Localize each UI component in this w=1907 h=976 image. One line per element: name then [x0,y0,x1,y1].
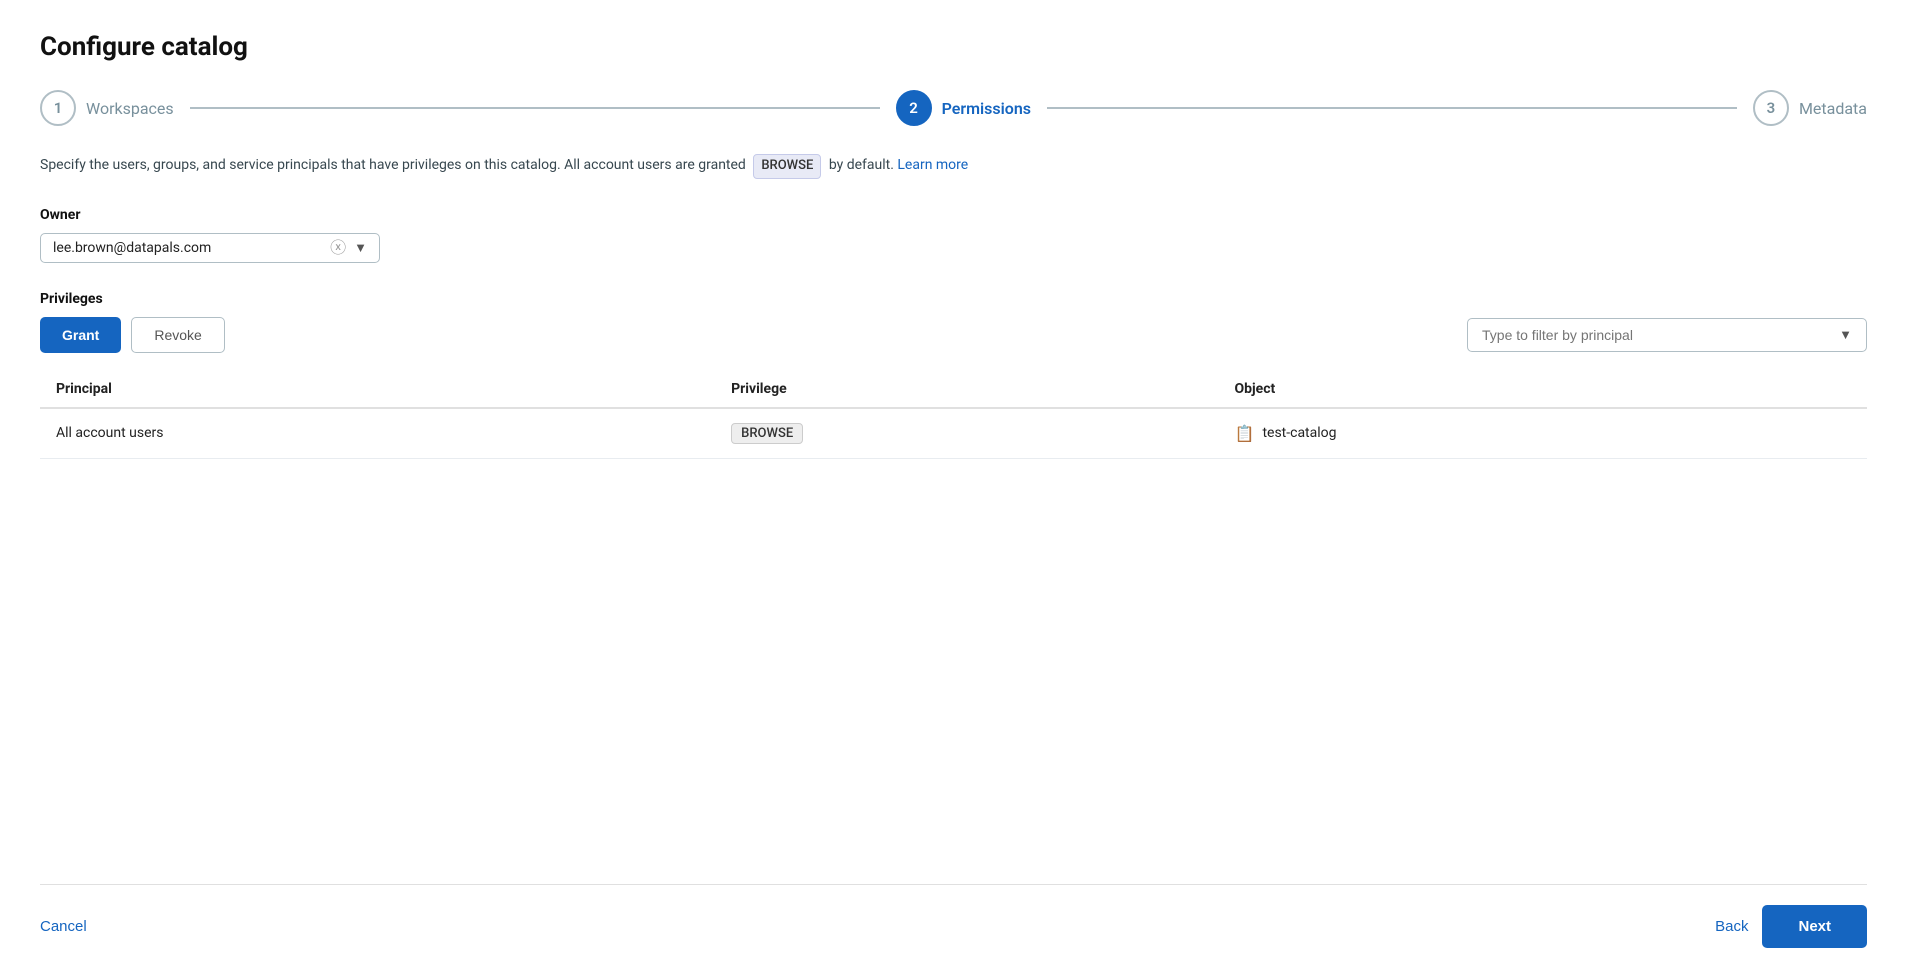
privileges-label: Privileges [40,291,1867,307]
owner-clear-icon[interactable]: ⓧ [330,240,346,256]
step-3-circle: 3 [1753,90,1789,126]
object-cell: 📋 test-catalog [1235,424,1851,443]
owner-label: Owner [40,207,1867,223]
page-title: Configure catalog [40,32,1867,62]
privileges-toolbar: Grant Revoke ▼ [40,317,1867,353]
col-principal: Principal [40,371,715,408]
owner-chevron-icon[interactable]: ▼ [354,240,367,256]
step-3-label: Metadata [1799,99,1867,118]
step-1-circle: 1 [40,90,76,126]
step-1: 1 Workspaces [40,90,174,126]
next-button[interactable]: Next [1762,905,1867,948]
footer-right: Back Next [1715,905,1867,948]
step-2: 2 Permissions [896,90,1031,126]
col-privilege: Privilege [715,371,1218,408]
grant-button[interactable]: Grant [40,317,121,353]
back-button[interactable]: Back [1715,914,1748,939]
privileges-table: Principal Privilege Object All account u… [40,371,1867,459]
catalog-icon: 📋 [1235,424,1255,443]
description: Specify the users, groups, and service p… [40,154,1867,179]
step-line-1 [190,107,880,109]
browse-badge-description: BROWSE [753,154,821,179]
filter-chevron-icon: ▼ [1839,327,1852,343]
step-2-label: Permissions [942,99,1031,118]
description-text-after: by default. [829,157,894,173]
step-3: 3 Metadata [1753,90,1867,126]
table-body: All account users BROWSE 📋 test-catalog [40,408,1867,459]
table-row: All account users BROWSE 📋 test-catalog [40,408,1867,459]
cell-object: 📋 test-catalog [1219,408,1867,459]
owner-value: lee.brown@datapals.com [53,240,330,256]
step-2-circle: 2 [896,90,932,126]
table-header: Principal Privilege Object [40,371,1867,408]
privilege-badge: BROWSE [731,423,803,444]
footer: Cancel Back Next [40,884,1867,976]
description-text-before: Specify the users, groups, and service p… [40,157,746,173]
filter-input[interactable] [1482,327,1839,343]
revoke-button[interactable]: Revoke [131,317,224,353]
col-object: Object [1219,371,1867,408]
owner-select[interactable]: lee.brown@datapals.com ⓧ ▼ [40,233,380,263]
object-name: test-catalog [1262,425,1336,441]
filter-input-wrap[interactable]: ▼ [1467,318,1867,352]
learn-more-link[interactable]: Learn more [897,157,968,173]
step-line-2 [1047,107,1737,109]
cell-privilege: BROWSE [715,408,1218,459]
privileges-section: Privileges Grant Revoke ▼ Principal Priv… [40,291,1867,459]
toolbar-left: Grant Revoke [40,317,225,353]
cancel-button[interactable]: Cancel [40,914,87,939]
stepper: 1 Workspaces 2 Permissions 3 Metadata [40,90,1867,126]
cell-principal: All account users [40,408,715,459]
step-1-label: Workspaces [86,99,174,118]
